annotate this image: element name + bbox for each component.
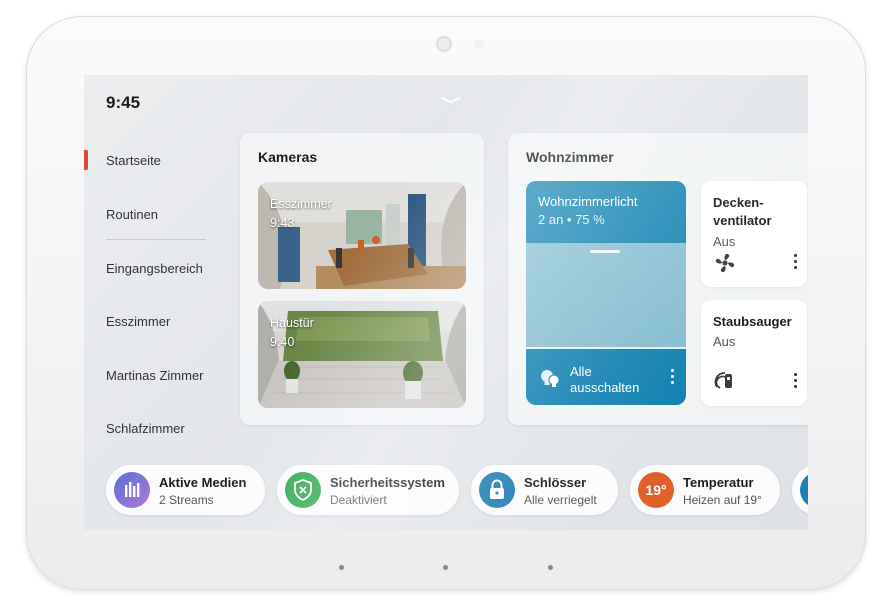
sidebar-item-schlafzimmer[interactable]: Schlafzimmer [106, 421, 185, 436]
pull-down-handle-icon[interactable] [440, 95, 462, 105]
device-light-sensor [473, 40, 485, 48]
turn-off-all-label-line1: Alle [570, 364, 592, 379]
brightness-slider-handle[interactable] [590, 250, 620, 253]
more-options-icon[interactable] [794, 373, 798, 391]
partial-chip-icon [800, 472, 808, 508]
device-name: Staubsauger [713, 314, 792, 329]
chip-active-media[interactable]: Aktive Medien 2 Streams [106, 465, 265, 515]
device-tile-ceiling-fan[interactable]: Decken- ventilator Aus [701, 181, 807, 287]
chip-title: Sicherheitssystem [330, 475, 445, 490]
sidebar-item-esszimmer[interactable]: Esszimmer [106, 314, 170, 329]
turn-off-all-label-line2: ausschalten [570, 380, 640, 395]
room-card-wohnzimmer: Wohnzimmer Wohnzimmerlicht 2 an • 75 % A… [508, 133, 808, 425]
sidebar-divider [106, 239, 206, 240]
media-bars-icon [114, 472, 150, 508]
chip-security-system[interactable]: Sicherheitssystem Deaktiviert [277, 465, 459, 515]
thermostat-icon: 19° [638, 472, 674, 508]
microphone-dot [443, 565, 448, 570]
home-screen: 9:45 Startseite Routinen Eingangsbereich… [84, 75, 808, 530]
camera-timestamp: 9:43 [270, 216, 295, 230]
chip-next-partial[interactable] [792, 465, 808, 515]
device-status: Aus [713, 334, 736, 349]
device-name: Decken- ventilator [713, 194, 772, 230]
cameras-card-title: Kameras [258, 149, 318, 165]
light-bulbs-icon [541, 370, 560, 387]
chip-title: Temperatur [683, 475, 754, 490]
turn-off-all-button[interactable]: Alle ausschalten [526, 347, 686, 405]
chip-title: Aktive Medien [159, 475, 247, 490]
camera-feed-esszimmer[interactable]: Esszimmer 9:43 [258, 182, 466, 289]
device-status: Aus [713, 234, 736, 249]
clock: 9:45 [106, 93, 141, 112]
device-name-line1: Decken- [713, 195, 764, 210]
camera-label: Esszimmer [270, 197, 332, 211]
microphone-dot [548, 565, 553, 570]
camera-feed-haustuer[interactable]: Haustür 9:40 [258, 301, 466, 408]
chip-subtitle: Alle verriegelt [524, 493, 597, 507]
device-camera-lens [436, 36, 452, 52]
shield-icon [285, 472, 321, 508]
cameras-card: Kameras Esszimmer 9:43 Haustür 9:40 [240, 133, 484, 425]
chip-subtitle: Deaktiviert [330, 493, 387, 507]
light-name: Wohnzimmerlicht [538, 194, 638, 209]
lock-icon [479, 472, 515, 508]
robot-vacuum-icon [714, 372, 732, 389]
device-tile-robot-vacuum[interactable]: Staubsauger Aus [701, 300, 807, 406]
camera-label: Haustür [270, 316, 314, 330]
fan-icon [715, 253, 735, 273]
chip-subtitle: 2 Streams [159, 493, 214, 507]
room-card-title: Wohnzimmer [526, 149, 614, 165]
sidebar-item-martinas-zimmer[interactable]: Martinas Zimmer [106, 368, 204, 383]
microphone-dot [339, 565, 344, 570]
sidebar-item-startseite[interactable]: Startseite [106, 153, 161, 168]
chip-subtitle: Heizen auf 19° [683, 493, 762, 507]
chip-title: Schlösser [524, 475, 587, 490]
light-control-tile[interactable]: Wohnzimmerlicht 2 an • 75 % Alle ausscha… [526, 181, 686, 405]
more-options-icon[interactable] [794, 254, 798, 272]
active-indicator [84, 150, 88, 170]
light-status: 2 an • 75 % [538, 212, 605, 227]
more-options-icon[interactable] [671, 369, 675, 387]
turn-off-all-label: Alle ausschalten [570, 364, 639, 396]
camera-timestamp: 9:40 [270, 335, 295, 349]
device-name-line2: ventilator [713, 213, 772, 228]
sidebar-item-routinen[interactable]: Routinen [106, 207, 158, 222]
sidebar-item-eingangsbereich[interactable]: Eingangsbereich [106, 261, 203, 276]
chip-temperature[interactable]: 19° Temperatur Heizen auf 19° [630, 465, 780, 515]
chip-locks[interactable]: Schlösser Alle verriegelt [471, 465, 618, 515]
